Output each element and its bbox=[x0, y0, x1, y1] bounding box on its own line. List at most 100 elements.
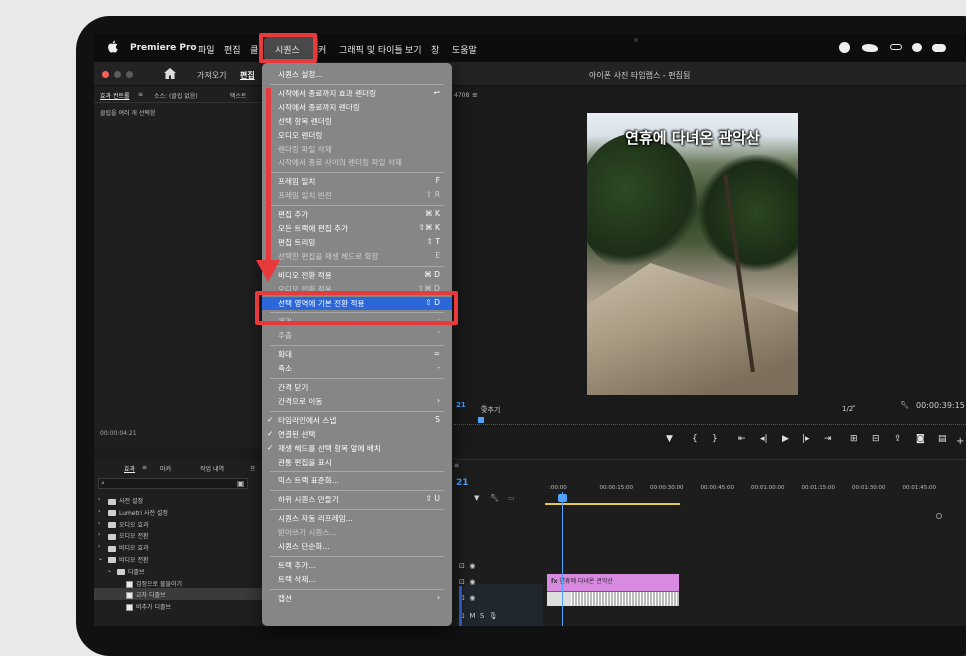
menu-item[interactable]: 선택한 편집을 재생 헤드로 확장 E bbox=[262, 250, 452, 263]
timeline-menu-icon[interactable]: ≡ bbox=[454, 462, 459, 469]
mark-out-icon[interactable]: } bbox=[712, 434, 718, 444]
chevron-right-icon[interactable]: › bbox=[98, 508, 100, 515]
tab-markers[interactable]: 마커 bbox=[160, 464, 171, 473]
menu-item[interactable]: 오디오 렌더링 bbox=[262, 129, 452, 142]
new-bin-icon[interactable]: ▣ bbox=[237, 479, 245, 488]
tab-import[interactable]: 가져오기 bbox=[197, 70, 226, 81]
menu-app-name[interactable]: Premiere Pro bbox=[130, 43, 197, 53]
apple-icon[interactable] bbox=[107, 40, 118, 53]
go-to-out-icon[interactable]: ⇥ bbox=[824, 434, 832, 444]
comparison-icon[interactable]: ▤ bbox=[938, 434, 947, 444]
tab-edit[interactable]: 편집 bbox=[240, 70, 255, 81]
fit-dropdown[interactable]: 맞추기 ⌄ bbox=[481, 401, 500, 414]
tab-source[interactable]: 소스: (클립 없음) bbox=[154, 91, 198, 100]
menu-clip[interactable]: 클 bbox=[250, 43, 258, 56]
menu-marker[interactable]: 커 bbox=[318, 43, 326, 56]
track-v3-controls[interactable]: ⊡ ◉ bbox=[459, 562, 475, 570]
tab-effect-controls[interactable]: 효과 컨트롤 bbox=[100, 91, 130, 100]
add-button-icon[interactable]: + bbox=[956, 436, 964, 447]
step-forward-icon[interactable]: |▸ bbox=[802, 434, 810, 444]
effects-folder[interactable]: ⌄ 비디오 전환 bbox=[94, 553, 269, 565]
menu-view[interactable]: 보기 bbox=[405, 43, 422, 56]
lift-icon[interactable]: ⊞ bbox=[850, 434, 858, 444]
window-minimize-button[interactable] bbox=[114, 71, 121, 78]
monitor-scrub-bar[interactable] bbox=[454, 418, 966, 425]
cloud-icon[interactable] bbox=[932, 44, 946, 52]
video-clip-sequence[interactable] bbox=[547, 591, 679, 606]
snap-icon[interactable]: ▼ bbox=[474, 494, 479, 502]
menu-item[interactable]: 시작에서 종료 사이의 렌더링 파일 삭제 bbox=[262, 156, 452, 169]
window-close-button[interactable] bbox=[102, 71, 109, 78]
tab-effects[interactable]: 효과 bbox=[124, 464, 135, 473]
menu-item[interactable]: 믹스 트랙 표준화... bbox=[262, 474, 452, 487]
timeline-scroll-handle[interactable] bbox=[936, 513, 942, 519]
menu-item[interactable]: 시퀀스 설정... bbox=[262, 68, 452, 81]
menu-item[interactable]: 추출 ' bbox=[262, 329, 452, 342]
camera-icon[interactable]: ◙ bbox=[916, 434, 925, 444]
monitor-menu-icon[interactable]: ≡ bbox=[472, 91, 478, 99]
menu-item[interactable]: 프레임 일치 F bbox=[262, 175, 452, 188]
effects-folder[interactable]: › 사전 설정 bbox=[94, 494, 269, 506]
video-clip[interactable]: fx 연휴에 다녀온 관악산 bbox=[547, 574, 679, 591]
menu-item[interactable]: 시퀀스 단순화... bbox=[262, 540, 452, 553]
menu-help[interactable]: 도움말 bbox=[452, 43, 477, 56]
effects-folder[interactable]: › 오디오 효과 bbox=[94, 518, 269, 530]
menu-item[interactable]: 편집 추가 ⌘ K bbox=[262, 208, 452, 221]
menu-item[interactable]: 트랙 추가... bbox=[262, 559, 452, 572]
menu-item[interactable]: 프레임 일치 반전 ⇧ R bbox=[262, 189, 452, 202]
chevron-right-icon[interactable]: › bbox=[98, 496, 100, 503]
glasses-icon[interactable] bbox=[890, 44, 902, 50]
menu-item[interactable]: 축소 - bbox=[262, 362, 452, 375]
video-frame[interactable]: 연휴에 다녀온 관악산 bbox=[587, 113, 798, 395]
effects-folder[interactable]: › 오디오 전환 bbox=[94, 529, 269, 541]
tab-history[interactable]: 작업 내역 bbox=[200, 464, 224, 473]
tab-text[interactable]: 텍스트 bbox=[230, 91, 247, 100]
menu-edit[interactable]: 편집 bbox=[224, 43, 241, 56]
extract-icon[interactable]: ⊟ bbox=[872, 434, 880, 444]
menu-item[interactable]: 캡션 › bbox=[262, 592, 452, 605]
menu-item[interactable]: 렌더링 파일 삭제 bbox=[262, 143, 452, 156]
linked-icon[interactable]: 🔧︎ bbox=[490, 494, 499, 502]
menu-item[interactable]: ✓ 연결된 선택 bbox=[262, 428, 452, 441]
export-frame-icon[interactable]: ⇪ bbox=[894, 434, 902, 444]
effect-item[interactable]: 교차 디졸브 bbox=[94, 588, 269, 601]
menu-item[interactable]: 받아쓰기 시퀀스... bbox=[262, 526, 452, 539]
work-area-bar[interactable] bbox=[545, 503, 680, 505]
menu-item[interactable]: 비디오 전환 적용 ⌘ D bbox=[262, 269, 452, 282]
resolution-dropdown[interactable]: 1/2 ⌄ bbox=[842, 401, 857, 413]
menu-item[interactable]: 하위 시퀀스 만들기 ⇧ U bbox=[262, 493, 452, 506]
creative-cloud-icon[interactable] bbox=[839, 42, 850, 53]
menu-item[interactable]: 시작에서 종료까지 렌더링 bbox=[262, 101, 452, 114]
monitor-playhead[interactable] bbox=[478, 417, 484, 423]
menu-item[interactable]: 편집 트리밍 ⇧ T bbox=[262, 236, 452, 249]
chevron-down-icon[interactable]: ⌄ bbox=[107, 567, 112, 574]
menu-window[interactable]: 창 bbox=[431, 43, 439, 56]
cat-icon[interactable] bbox=[862, 44, 878, 52]
chevron-down-icon[interactable]: ⌄ bbox=[98, 555, 103, 562]
panel-menu-icon-2[interactable]: ≡ bbox=[142, 464, 147, 471]
chevron-right-icon[interactable]: › bbox=[98, 543, 100, 550]
menu-item[interactable]: 선택 항목 렌더링 bbox=[262, 115, 452, 128]
menu-item[interactable]: ✓ 재생 헤드를 선택 항목 앞에 배치 bbox=[262, 442, 452, 455]
go-to-in-icon[interactable]: ⇤ bbox=[738, 434, 746, 444]
menu-item[interactable]: 시퀀스 자동 리프레임... bbox=[262, 512, 452, 525]
window-zoom-button[interactable] bbox=[126, 71, 133, 78]
effect-item[interactable]: 검정으로 물들이기 bbox=[94, 577, 269, 589]
menu-item[interactable]: 간격 닫기 bbox=[262, 381, 452, 394]
tab-project[interactable]: 프 bbox=[250, 464, 256, 473]
menu-graphics[interactable]: 그래픽 및 타이틀 bbox=[339, 43, 403, 56]
track-target-indicator[interactable] bbox=[459, 586, 462, 626]
effects-folder[interactable]: › 비디오 효과 bbox=[94, 541, 269, 553]
menu-item[interactable]: 관통 편집을 표시 bbox=[262, 456, 452, 469]
add-marker-icon[interactable]: ▼ bbox=[666, 434, 673, 444]
menu-item[interactable]: 트랙 삭제... bbox=[262, 573, 452, 586]
home-icon[interactable] bbox=[164, 68, 176, 79]
chevron-right-icon[interactable]: › bbox=[98, 520, 100, 527]
effects-folder[interactable]: ⌄ 디졸브 bbox=[94, 565, 269, 577]
effects-search-input[interactable]: ⌕ bbox=[98, 478, 248, 489]
menu-item[interactable]: ✓ 타임라인에서 스냅 S bbox=[262, 414, 452, 427]
timeline-playhead-line[interactable] bbox=[562, 492, 563, 626]
menu-item[interactable]: 시작에서 종료까지 효과 렌더링 ↩ bbox=[262, 87, 452, 100]
step-back-icon[interactable]: ◂| bbox=[760, 434, 768, 444]
mark-in-icon[interactable]: { bbox=[692, 434, 698, 444]
